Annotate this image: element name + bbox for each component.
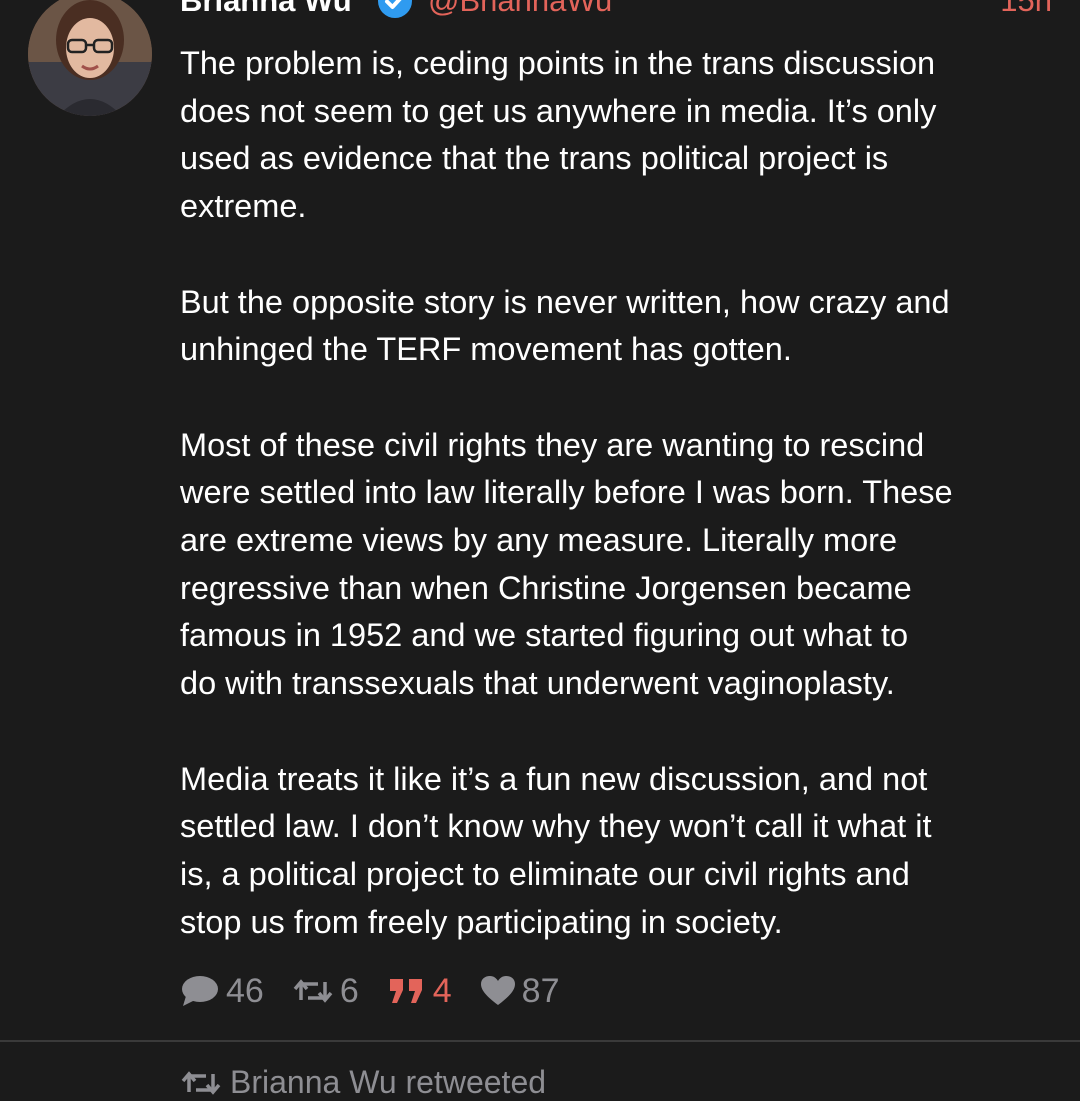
retweeted-by-label[interactable]: Brianna Wu retweeted	[180, 1064, 546, 1101]
quote-button[interactable]: 4	[387, 972, 452, 1011]
tweet-header: Brianna Wu @BriannaWu 15h	[180, 0, 1052, 24]
tweet[interactable]: Brianna Wu @BriannaWu 15h The problem is…	[0, 0, 1080, 1040]
verified-check-icon	[376, 0, 414, 20]
tweet-paragraph: Most of these civil rights they are want…	[180, 426, 953, 702]
comment-bubble-icon	[182, 976, 218, 1006]
divider	[0, 1040, 1080, 1042]
quote-icon	[389, 979, 422, 1003]
tweet-timestamp[interactable]: 15h	[1000, 0, 1052, 24]
author-handle[interactable]: @BriannaWu	[428, 0, 612, 24]
avatar-photo	[28, 0, 152, 116]
like-button[interactable]: 87	[480, 972, 560, 1011]
retweet-count: 6	[339, 971, 359, 1010]
retweeted-by-text: Brianna Wu retweeted	[230, 1064, 547, 1100]
tweet-paragraph: The problem is, ceding points in the tra…	[180, 45, 937, 225]
retweet-button[interactable]: 6	[292, 972, 359, 1011]
tweet-actions: 46 6 4 87	[180, 966, 588, 1016]
retweet-icon	[293, 979, 333, 1003]
reply-count: 46	[226, 971, 264, 1010]
tweet-paragraph: But the opposite story is never written,…	[180, 283, 950, 368]
reply-button[interactable]: 46	[180, 972, 264, 1011]
tweet-body: The problem is, ceding points in the tra…	[180, 40, 1060, 994]
tweet-paragraph: Media treats it like it’s a fun new disc…	[180, 760, 932, 940]
retweet-icon	[181, 1070, 221, 1095]
avatar[interactable]	[28, 0, 152, 116]
author-display-name[interactable]: Brianna Wu	[180, 0, 352, 24]
quote-count: 4	[432, 971, 452, 1010]
heart-icon	[480, 976, 515, 1005]
like-count: 87	[521, 971, 560, 1010]
